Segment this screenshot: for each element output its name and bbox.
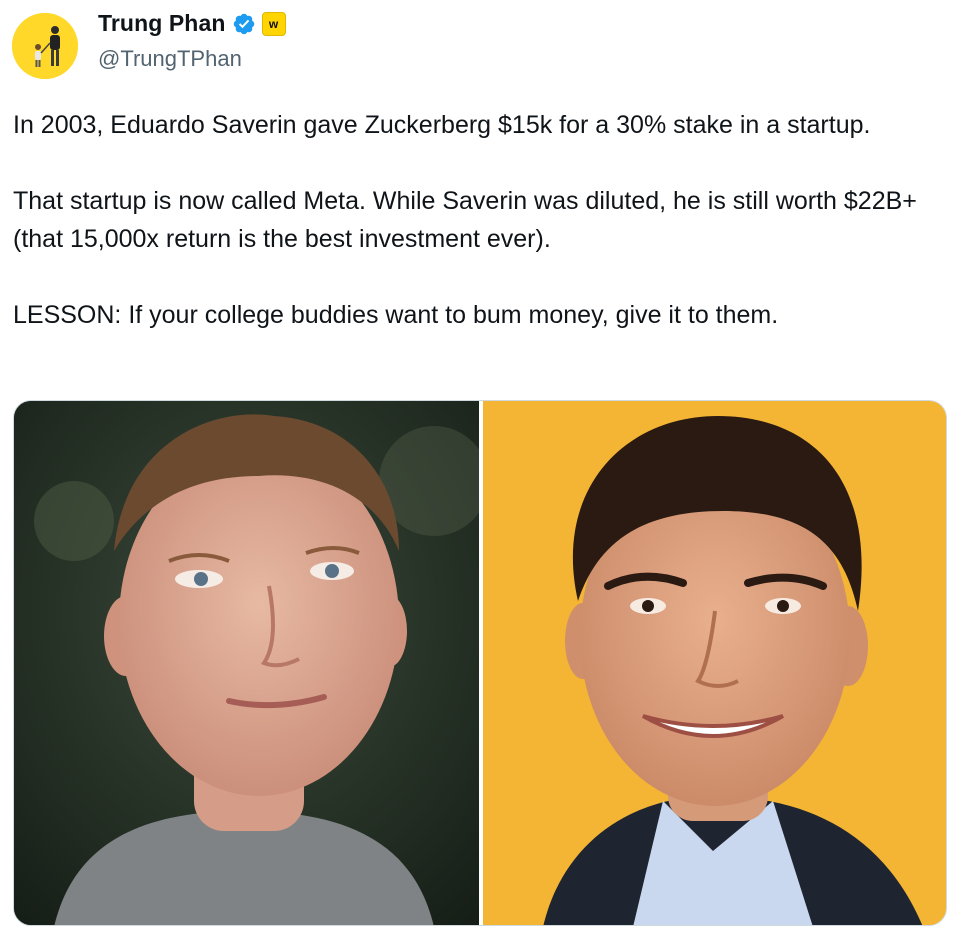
tweet-paragraph: In 2003, Eduardo Saverin gave Zuckerberg… [13, 111, 871, 139]
tweet-paragraph: That startup is now called Meta. While S… [13, 187, 917, 253]
tweet-media[interactable] [13, 400, 947, 926]
photo-right[interactable] [483, 401, 946, 925]
author-display-name[interactable]: Trung Phan [98, 10, 226, 37]
author-name-row: Trung Phan w [98, 10, 286, 37]
author-handle[interactable]: @TrungTPhan [98, 46, 242, 72]
affiliate-badge-icon[interactable]: w [261, 11, 286, 36]
tweet-paragraph: LESSON: If your college buddies want to … [13, 301, 779, 329]
verified-badge-icon[interactable] [232, 12, 256, 36]
photo-left[interactable] [14, 401, 479, 925]
tweet-text: In 2003, Eduardo Saverin gave Zuckerberg… [13, 106, 943, 334]
avatar[interactable] [12, 13, 78, 79]
